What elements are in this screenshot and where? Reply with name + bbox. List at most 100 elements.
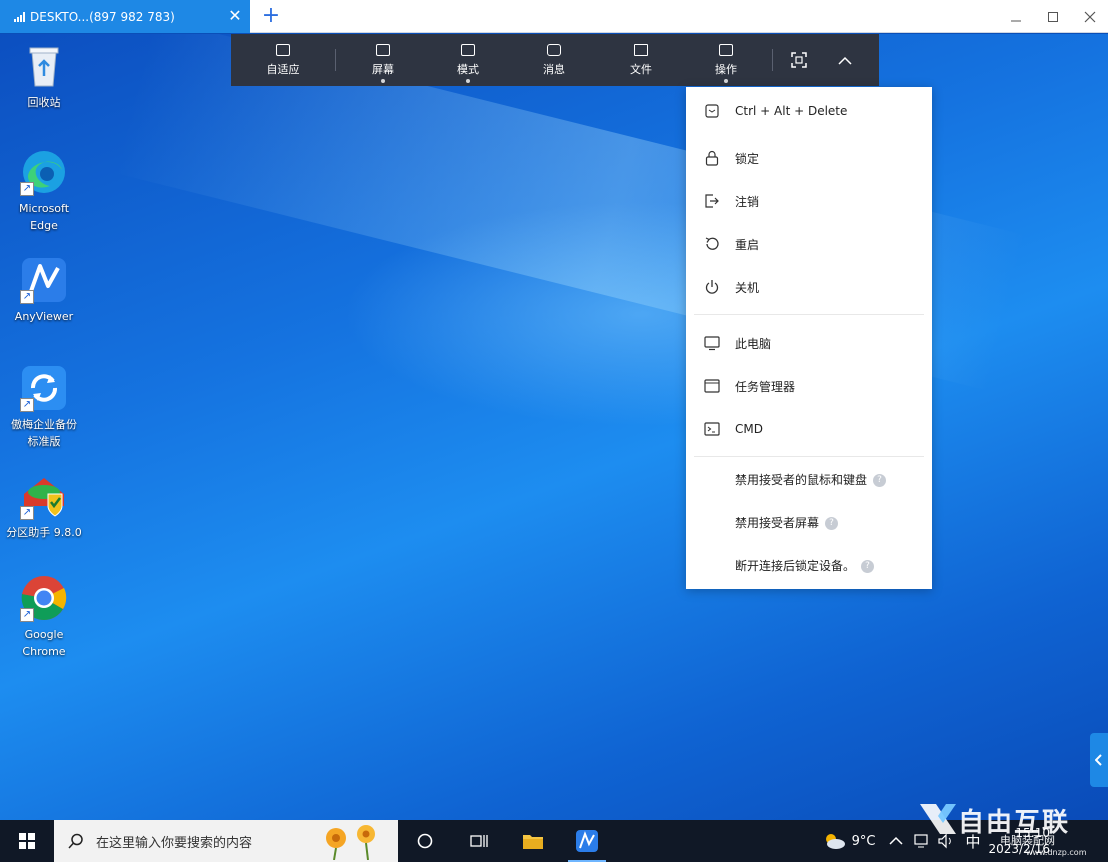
menu-item-disable-screen[interactable]: 禁用接受者屏幕? — [686, 502, 932, 542]
close-tab-icon[interactable]: ✕ — [226, 7, 244, 25]
chevron-up-icon[interactable] — [889, 836, 903, 846]
toolbar-label: 自适应 — [266, 62, 300, 76]
fit-screen-icon — [276, 43, 290, 56]
minimize-icon — [1011, 20, 1021, 21]
desktop-icon-label: Microsoft Edge — [18, 202, 70, 232]
menu-item-cmd[interactable]: CMD — [686, 409, 932, 449]
anyviewer-icon: ↗ — [20, 256, 68, 304]
desktop-icon-edge[interactable]: ↗ Microsoft Edge — [4, 148, 84, 234]
title-bar: DESKTO...(897 982 783) ✕ + — [0, 0, 1108, 33]
menu-item-label: CMD — [735, 422, 763, 436]
toolbar-fit-button[interactable]: 自适应 — [231, 34, 335, 86]
desktop-icon-label: 分区助手 9.8.0 — [6, 526, 82, 539]
anyviewer-taskbar-button[interactable] — [560, 820, 614, 862]
session-tab[interactable]: DESKTO...(897 982 783) ✕ — [0, 0, 250, 33]
toolbar-action-button[interactable]: 操作 — [680, 34, 772, 86]
toolbar-mode-button[interactable]: 模式 — [430, 34, 506, 86]
menu-item-restart[interactable]: 重启 — [686, 224, 932, 264]
menu-item-label: 禁用接受者的鼠标和键盘 — [735, 472, 868, 487]
desktop-icon-partition-assistant[interactable]: ↗ 分区助手 9.8.0 — [4, 472, 84, 541]
network-icon[interactable] — [913, 833, 931, 849]
menu-divider — [694, 456, 924, 457]
menu-item-label: 锁定 — [735, 151, 760, 166]
toolbar-label: 消息 — [543, 62, 565, 76]
ime-indicator[interactable]: 中 — [965, 831, 980, 852]
chrome-icon: ↗ — [20, 574, 68, 622]
anyviewer-icon — [576, 830, 598, 852]
toolbar-collapse-button[interactable] — [825, 34, 865, 86]
minimize-button[interactable] — [998, 0, 1034, 33]
menu-item-disable-input[interactable]: 禁用接受者的鼠标和键盘? — [686, 459, 932, 499]
menu-item-lock[interactable]: 锁定 — [686, 138, 932, 178]
new-tab-button[interactable]: + — [260, 5, 282, 27]
lock-icon — [704, 150, 720, 166]
desktop-icon-aomei-backupper[interactable]: ↗ 傲梅企业备份 标准版 — [4, 364, 84, 450]
fullscreen-icon — [791, 52, 807, 68]
terminal-icon — [704, 421, 720, 437]
desktop-icon-recycle-bin[interactable]: 回收站 — [4, 42, 84, 111]
toolbar-fullscreen-button[interactable] — [773, 34, 825, 86]
toolbar-label: 模式 — [457, 62, 479, 76]
help-icon[interactable]: ? — [825, 516, 839, 530]
expand-side-panel-button[interactable] — [1090, 733, 1108, 787]
menu-item-task-manager[interactable]: 任务管理器 — [686, 366, 932, 406]
desktop-icon-label: AnyViewer — [14, 310, 74, 323]
message-icon — [547, 43, 561, 56]
screen-icon — [376, 43, 390, 56]
menu-item-label: 此电脑 — [735, 336, 772, 351]
window-icon — [704, 378, 720, 394]
folder-icon — [523, 835, 543, 849]
maximize-icon — [1048, 11, 1058, 22]
weather-cloud-icon — [825, 834, 845, 849]
task-view-button[interactable] — [452, 820, 506, 862]
remote-desktop[interactable]: 回收站 ↗ Microsoft Edge ↗ AnyViewer ↗ 傲梅企业备… — [0, 34, 1108, 820]
menu-item-ctrl-alt-delete[interactable]: Ctrl + Alt + Delete — [686, 91, 932, 131]
action-icon — [719, 43, 733, 56]
toolbar-file-button[interactable]: 文件 — [602, 34, 680, 86]
menu-divider — [694, 314, 924, 315]
recycle-bin-icon — [20, 42, 68, 90]
maximize-button[interactable] — [1035, 0, 1071, 33]
cortana-button[interactable] — [398, 820, 452, 862]
menu-item-shutdown[interactable]: 关机 — [686, 267, 932, 307]
search-icon — [68, 833, 83, 849]
folder-icon — [634, 43, 648, 56]
toolbar-screen-button[interactable]: 屏幕 — [336, 34, 430, 86]
backup-sync-icon: ↗ — [20, 364, 68, 412]
signal-icon — [14, 11, 25, 22]
menu-item-lock-on-disconnect[interactable]: 断开连接后锁定设备。? — [686, 545, 932, 585]
flowers-decoration-icon — [326, 825, 375, 860]
taskbar: 在这里输入你要搜索的内容 9°C 中 15:10 2023/2/16 — [0, 820, 1108, 862]
dropdown-dot-icon — [466, 79, 470, 83]
toolbar-label: 文件 — [630, 62, 652, 76]
power-icon — [704, 279, 720, 295]
monitor-icon — [704, 335, 720, 351]
speaker-icon[interactable] — [937, 833, 955, 849]
desktop-icon-label: 回收站 — [27, 96, 61, 109]
mode-icon — [461, 43, 475, 56]
file-explorer-button[interactable] — [506, 820, 560, 862]
restart-icon — [704, 236, 720, 252]
chevron-left-icon — [1095, 754, 1102, 766]
close-icon — [1084, 11, 1096, 22]
toolbar-message-button[interactable]: 消息 — [506, 34, 602, 86]
menu-item-this-pc[interactable]: 此电脑 — [686, 323, 932, 363]
windows-logo-icon — [19, 833, 35, 849]
taskbar-search-box[interactable]: 在这里输入你要搜索的内容 — [54, 820, 398, 862]
desktop-icon-chrome[interactable]: ↗ Google Chrome — [4, 574, 84, 660]
menu-item-label: 注销 — [735, 194, 760, 209]
menu-item-logoff[interactable]: 注销 — [686, 181, 932, 221]
desktop-icon-anyviewer[interactable]: ↗ AnyViewer — [4, 256, 84, 325]
menu-item-label: Ctrl + Alt + Delete — [735, 104, 848, 118]
taskbar-clock[interactable]: 15:10 2023/2/16 — [988, 825, 1108, 857]
dropdown-dot-icon — [724, 79, 728, 83]
help-icon[interactable]: ? — [873, 473, 887, 487]
search-placeholder: 在这里输入你要搜索的内容 — [96, 835, 253, 851]
remote-control-toolbar: 自适应 屏幕 模式 消息 文件 操作 — [231, 34, 879, 86]
shortcut-arrow-icon: ↗ — [20, 506, 34, 520]
close-window-button[interactable] — [1072, 0, 1108, 33]
start-button[interactable] — [0, 820, 54, 862]
help-icon[interactable]: ? — [861, 559, 875, 573]
weather-temperature[interactable]: 9°C — [852, 834, 876, 849]
shortcut-arrow-icon: ↗ — [20, 182, 34, 196]
